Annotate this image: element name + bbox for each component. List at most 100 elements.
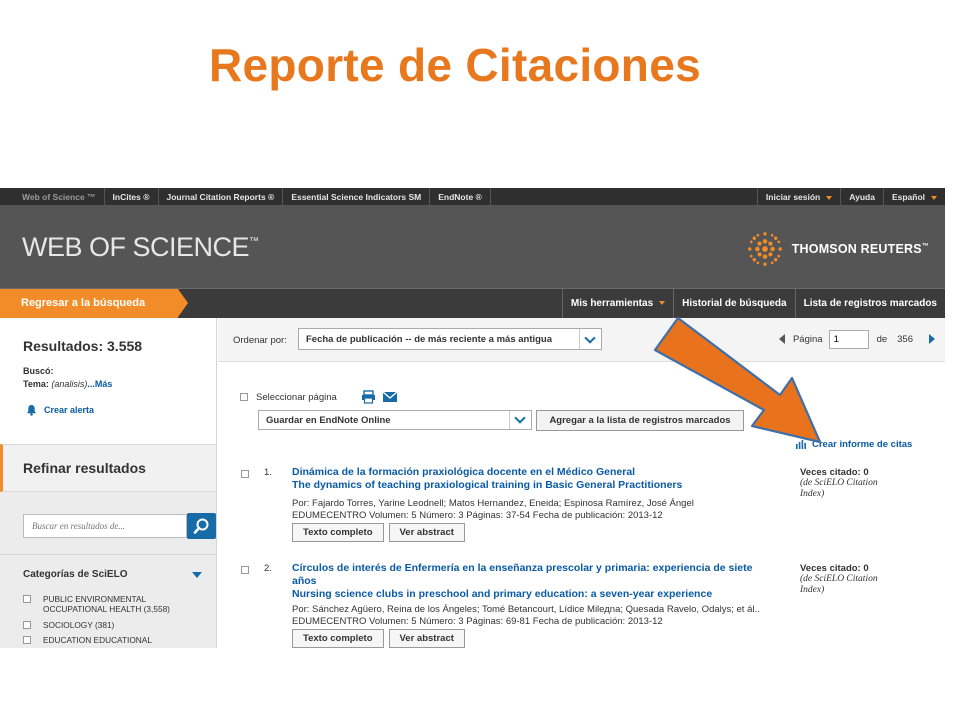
refine-results-header: Refinar resultados — [0, 444, 216, 492]
brand-name: THOMSON REUTERS — [791, 242, 922, 256]
scielo-categories: Categorías de SciELO PUBLIC ENVIRONMENTA… — [0, 554, 216, 648]
pointer-arrow-icon — [653, 316, 822, 444]
category-checkbox[interactable] — [23, 595, 31, 603]
times-cited-count: Veces citado: 0 — [800, 467, 869, 478]
times-cited: Veces citado: 0 (de SciELO Citation Inde… — [800, 563, 940, 596]
search-icon — [193, 518, 209, 534]
brand-tm: ™ — [921, 242, 929, 250]
chevron-down-icon — [514, 412, 526, 424]
more-link[interactable]: ...Más — [87, 379, 112, 389]
record-source: EDUMECENTRO Volumen: 5 Número: 3 Páginas… — [292, 616, 663, 627]
record-title-es[interactable]: Dinámica de la formación praxiológica do… — [292, 466, 782, 479]
bell-icon — [26, 404, 37, 416]
select-page-label: Seleccionar página — [256, 391, 337, 403]
wos-logo-tm: ™ — [249, 236, 259, 247]
record-number: 2. — [264, 563, 272, 574]
category-label: SOCIOLOGY (381) — [43, 620, 115, 630]
next-page-icon[interactable] — [929, 334, 935, 344]
create-alert-link[interactable]: Crear alerta — [26, 404, 94, 416]
site-header: WEB OF SCIENCE™ THOMSON REUTERS™ — [0, 206, 945, 288]
category-checkbox[interactable] — [23, 621, 31, 629]
times-cited: Veces citado: 0 (de SciELO Citation Inde… — [800, 467, 940, 500]
save-to-select[interactable]: Guardar en EndNote Online — [258, 410, 532, 430]
top-link-bar: Web of Science ™ InCites ® Journal Citat… — [0, 188, 945, 206]
language-menu[interactable]: Español — [882, 188, 945, 206]
topbar-incites[interactable]: InCites ® — [105, 188, 159, 206]
wos-logo-text: WEB OF SCIENCE — [22, 232, 250, 262]
record-number: 1. — [264, 467, 272, 478]
sort-select[interactable]: Fecha de publicación -- de más reciente … — [298, 328, 602, 350]
topic-label: Tema: — [23, 379, 49, 389]
create-alert-label: Crear alerta — [44, 405, 95, 415]
record-checkbox[interactable] — [241, 470, 249, 478]
full-text-button[interactable]: Texto completo — [292, 523, 384, 542]
selection-tools: Seleccionar página — [240, 390, 397, 404]
record-title-es[interactable]: Círculos de interés de Enfermería en la … — [292, 562, 776, 588]
category-item[interactable]: EDUCATION EDUCATIONAL — [23, 635, 152, 645]
collapse-arrow-icon[interactable] — [192, 572, 202, 578]
record-authors: Por: Sánchez Agüero, Reina de los Ángele… — [292, 604, 760, 615]
page-of-label: de — [876, 333, 888, 345]
wos-logo[interactable]: WEB OF SCIENCE™ — [22, 232, 259, 263]
category-label: EDUCATION EDUCATIONAL — [43, 635, 152, 645]
category-item[interactable]: PUBLIC ENVIRONMENTAL OCCUPATIONAL HEALTH … — [23, 594, 170, 614]
record-title[interactable]: Círculos de interés de Enfermería en la … — [292, 562, 776, 601]
view-abstract-button[interactable]: Ver abstract — [388, 629, 465, 648]
times-cited-source: (de SciELO Citation — [800, 574, 878, 584]
help-link[interactable]: Ayuda — [840, 188, 883, 206]
category-item[interactable]: SOCIOLOGY (381) — [23, 620, 114, 630]
sort-label: Ordenar por: — [233, 335, 287, 346]
chevron-down-icon — [584, 332, 596, 344]
signin-menu[interactable]: Iniciar sesión — [756, 188, 840, 206]
topbar-endnote[interactable]: EndNote ® — [430, 188, 491, 206]
thomson-reuters-logo: THOMSON REUTERS™ — [746, 230, 929, 268]
sort-value: Fecha de publicación -- de más reciente … — [306, 334, 553, 345]
record-title-en[interactable]: The dynamics of teaching praxiological t… — [292, 479, 782, 492]
record-actions: Texto completo Ver abstract — [292, 629, 776, 648]
record-title[interactable]: Dinámica de la formación praxiológica do… — [292, 466, 782, 492]
category-line: OCCUPATIONAL HEALTH (3,558) — [43, 604, 170, 614]
topbar-esi[interactable]: Essential Science Indicators SM — [283, 188, 431, 206]
record-title-en[interactable]: Nursing science clubs in preschool and p… — [292, 588, 776, 601]
view-abstract-button[interactable]: Ver abstract — [388, 523, 465, 542]
times-cited-source: Index) — [800, 585, 825, 595]
record-authors: Por: Fajardo Torres, Yarine Leodnell; Ma… — [292, 498, 694, 509]
record-body: Círculos de interés de Enfermería en la … — [292, 562, 776, 648]
refine-search-input[interactable] — [23, 514, 187, 538]
category-line: PUBLIC ENVIRONMENTAL — [43, 594, 147, 604]
slide-title: Reporte de Citaciones — [209, 39, 701, 91]
caret-down-icon — [826, 195, 833, 200]
left-sidebar: Resultados: 3.558 Buscó: Tema: (analisis… — [0, 318, 217, 648]
sort-dropdown-button[interactable] — [579, 329, 601, 349]
email-icon[interactable] — [382, 392, 397, 402]
search-label: Buscó: — [23, 366, 54, 376]
save-option: Guardar en EndNote Online — [266, 415, 391, 426]
times-cited-source: (de SciELO Citation — [800, 478, 878, 488]
refine-search-box — [0, 492, 216, 554]
topbar-jcr[interactable]: Journal Citation Reports ® — [159, 188, 284, 206]
caret-down-icon — [931, 195, 937, 200]
page-total: 356 — [897, 333, 913, 345]
signin-label: Iniciar sesión — [765, 192, 821, 202]
print-icon[interactable] — [361, 390, 376, 404]
refine-results-label: Refinar resultados — [23, 460, 146, 476]
categories-title: Categorías de SciELO — [23, 569, 128, 580]
refine-search-button[interactable] — [187, 513, 216, 539]
back-to-search-button[interactable]: Regresar a la búsqueda — [0, 289, 188, 318]
category-checkbox[interactable] — [23, 636, 31, 644]
full-text-button[interactable]: Texto completo — [292, 629, 384, 648]
save-dropdown-button[interactable] — [509, 411, 531, 429]
select-page-checkbox[interactable] — [240, 393, 248, 401]
times-cited-count: Veces citado: 0 — [800, 563, 869, 574]
topic-query: (analisis) — [51, 379, 88, 389]
record-actions: Texto completo Ver abstract — [292, 523, 782, 542]
record-checkbox[interactable] — [241, 566, 249, 574]
times-cited-source: Index) — [800, 489, 825, 499]
thomson-reuters-dots-icon — [747, 232, 782, 266]
language-label: Español — [891, 192, 925, 202]
search-query: Tema: (analisis)...Más — [23, 379, 112, 389]
record-body: Dinámica de la formación praxiológica do… — [292, 466, 782, 542]
thomson-reuters-text: THOMSON REUTERS™ — [792, 242, 929, 256]
topbar-web-of-science[interactable]: Web of Science ™ — [14, 188, 105, 206]
category-label: PUBLIC ENVIRONMENTAL OCCUPATIONAL HEALTH … — [43, 594, 170, 614]
